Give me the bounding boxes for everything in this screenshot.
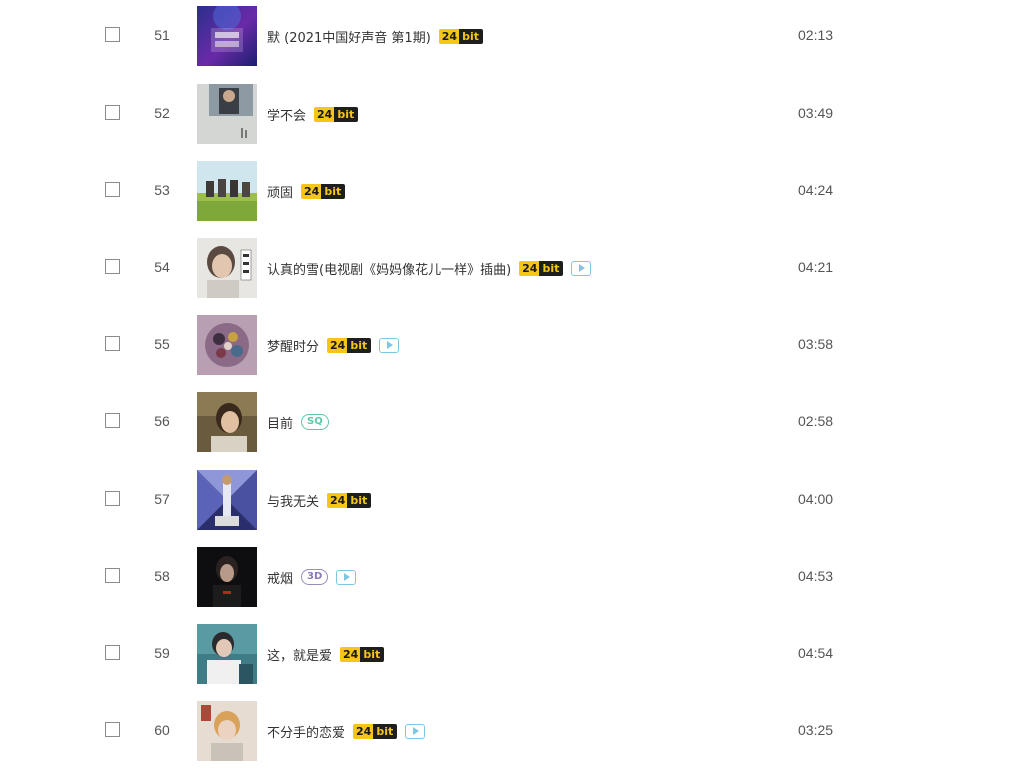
song-row[interactable]: 57 与我无关 24 bit 04:00 [0, 470, 1018, 530]
track-number: 54 [154, 259, 170, 275]
album-cover[interactable] [197, 470, 257, 530]
song-title[interactable]: 学不会 [267, 105, 306, 124]
song-info: 这，就是爱 24 bit [267, 624, 385, 684]
song-duration: 02:13 [798, 27, 834, 43]
play-mv-icon[interactable] [336, 569, 357, 585]
select-checkbox[interactable] [105, 259, 120, 274]
song-duration: 03:25 [798, 722, 834, 738]
album-cover[interactable] [197, 84, 257, 144]
select-checkbox[interactable] [105, 722, 120, 737]
album-cover[interactable] [197, 238, 257, 298]
song-title[interactable]: 不分手的恋爱 [267, 722, 345, 741]
play-mv-icon[interactable] [405, 723, 426, 739]
track-number: 60 [154, 722, 170, 738]
select-checkbox[interactable] [105, 491, 120, 506]
select-checkbox[interactable] [105, 182, 120, 197]
album-cover[interactable] [197, 701, 257, 761]
song-row[interactable]: 51 默 (2021中国好声音 第1期) 24 bit 02:13 [0, 6, 1018, 66]
hires-24bit-badge: 24 bit [519, 260, 564, 276]
hires-24bit-badge: 24 bit [340, 646, 385, 662]
track-number: 59 [154, 645, 170, 661]
song-row[interactable]: 55 梦醒时分 24 bit 03:58 [0, 315, 1018, 375]
song-info: 不分手的恋爱 24 bit [267, 701, 426, 761]
song-duration: 02:58 [798, 413, 834, 429]
song-row[interactable]: 58 戒烟 3D 04:53 [0, 547, 1018, 607]
song-duration: 04:00 [798, 491, 834, 507]
hires-24bit-badge: 24 bit [438, 28, 483, 44]
song-row[interactable]: 60 不分手的恋爱 24 bit 03:25 [0, 701, 1018, 761]
song-row[interactable]: 56 目前 SQ 02:58 [0, 392, 1018, 452]
song-duration: 03:58 [798, 336, 834, 352]
song-info: 默 (2021中国好声音 第1期) 24 bit [267, 6, 483, 66]
song-row[interactable]: 54 认真的雪(电视剧《妈妈像花儿一样》插曲) 24 bit 04:21 [0, 238, 1018, 298]
hires-24bit-badge: 24 bit [314, 106, 359, 122]
hires-24bit-badge: 24 bit [327, 337, 372, 353]
track-number: 53 [154, 182, 170, 198]
song-duration: 04:54 [798, 645, 834, 661]
song-row[interactable]: 59 这，就是爱 24 bit 04:54 [0, 624, 1018, 684]
song-row[interactable]: 52 学不会 24 bit 03:49 [0, 84, 1018, 144]
song-info: 与我无关 24 bit [267, 470, 372, 530]
song-info: 顽固 24 bit [267, 161, 346, 221]
track-number: 58 [154, 568, 170, 584]
select-checkbox[interactable] [105, 27, 120, 42]
song-duration: 03:49 [798, 105, 834, 121]
sq-quality-badge: SQ [301, 414, 329, 430]
song-title[interactable]: 认真的雪(电视剧《妈妈像花儿一样》插曲) [267, 259, 511, 278]
hires-24bit-badge: 24 bit [327, 492, 372, 508]
song-row[interactable]: 53 顽固 24 bit 04:24 [0, 161, 1018, 221]
album-cover[interactable] [197, 392, 257, 452]
song-info: 认真的雪(电视剧《妈妈像花儿一样》插曲) 24 bit [267, 238, 592, 298]
song-title[interactable]: 梦醒时分 [267, 336, 319, 355]
track-number: 52 [154, 105, 170, 121]
song-title[interactable]: 戒烟 [267, 568, 293, 587]
song-title[interactable]: 与我无关 [267, 491, 319, 510]
select-checkbox[interactable] [105, 645, 120, 660]
select-checkbox[interactable] [105, 105, 120, 120]
hires-24bit-badge: 24 bit [301, 183, 346, 199]
song-info: 梦醒时分 24 bit [267, 315, 400, 375]
select-checkbox[interactable] [105, 336, 120, 351]
song-title[interactable]: 这，就是爱 [267, 645, 332, 664]
song-title[interactable]: 顽固 [267, 182, 293, 201]
select-checkbox[interactable] [105, 568, 120, 583]
album-cover[interactable] [197, 547, 257, 607]
play-mv-icon[interactable] [379, 337, 400, 353]
song-info: 学不会 24 bit [267, 84, 359, 144]
song-info: 戒烟 3D [267, 547, 357, 607]
track-number: 51 [154, 27, 170, 43]
album-cover[interactable] [197, 6, 257, 66]
song-duration: 04:21 [798, 259, 834, 275]
song-title[interactable]: 目前 [267, 413, 293, 432]
song-title[interactable]: 默 (2021中国好声音 第1期) [267, 27, 431, 46]
play-mv-icon[interactable] [571, 260, 592, 276]
song-duration: 04:24 [798, 182, 834, 198]
album-cover[interactable] [197, 624, 257, 684]
select-checkbox[interactable] [105, 413, 120, 428]
track-number: 57 [154, 491, 170, 507]
3d-audio-badge: 3D [301, 569, 329, 585]
track-number: 56 [154, 413, 170, 429]
album-cover[interactable] [197, 315, 257, 375]
track-number: 55 [154, 336, 170, 352]
hires-24bit-badge: 24 bit [353, 723, 398, 739]
album-cover[interactable] [197, 161, 257, 221]
song-duration: 04:53 [798, 568, 834, 584]
song-info: 目前 SQ [267, 392, 329, 452]
